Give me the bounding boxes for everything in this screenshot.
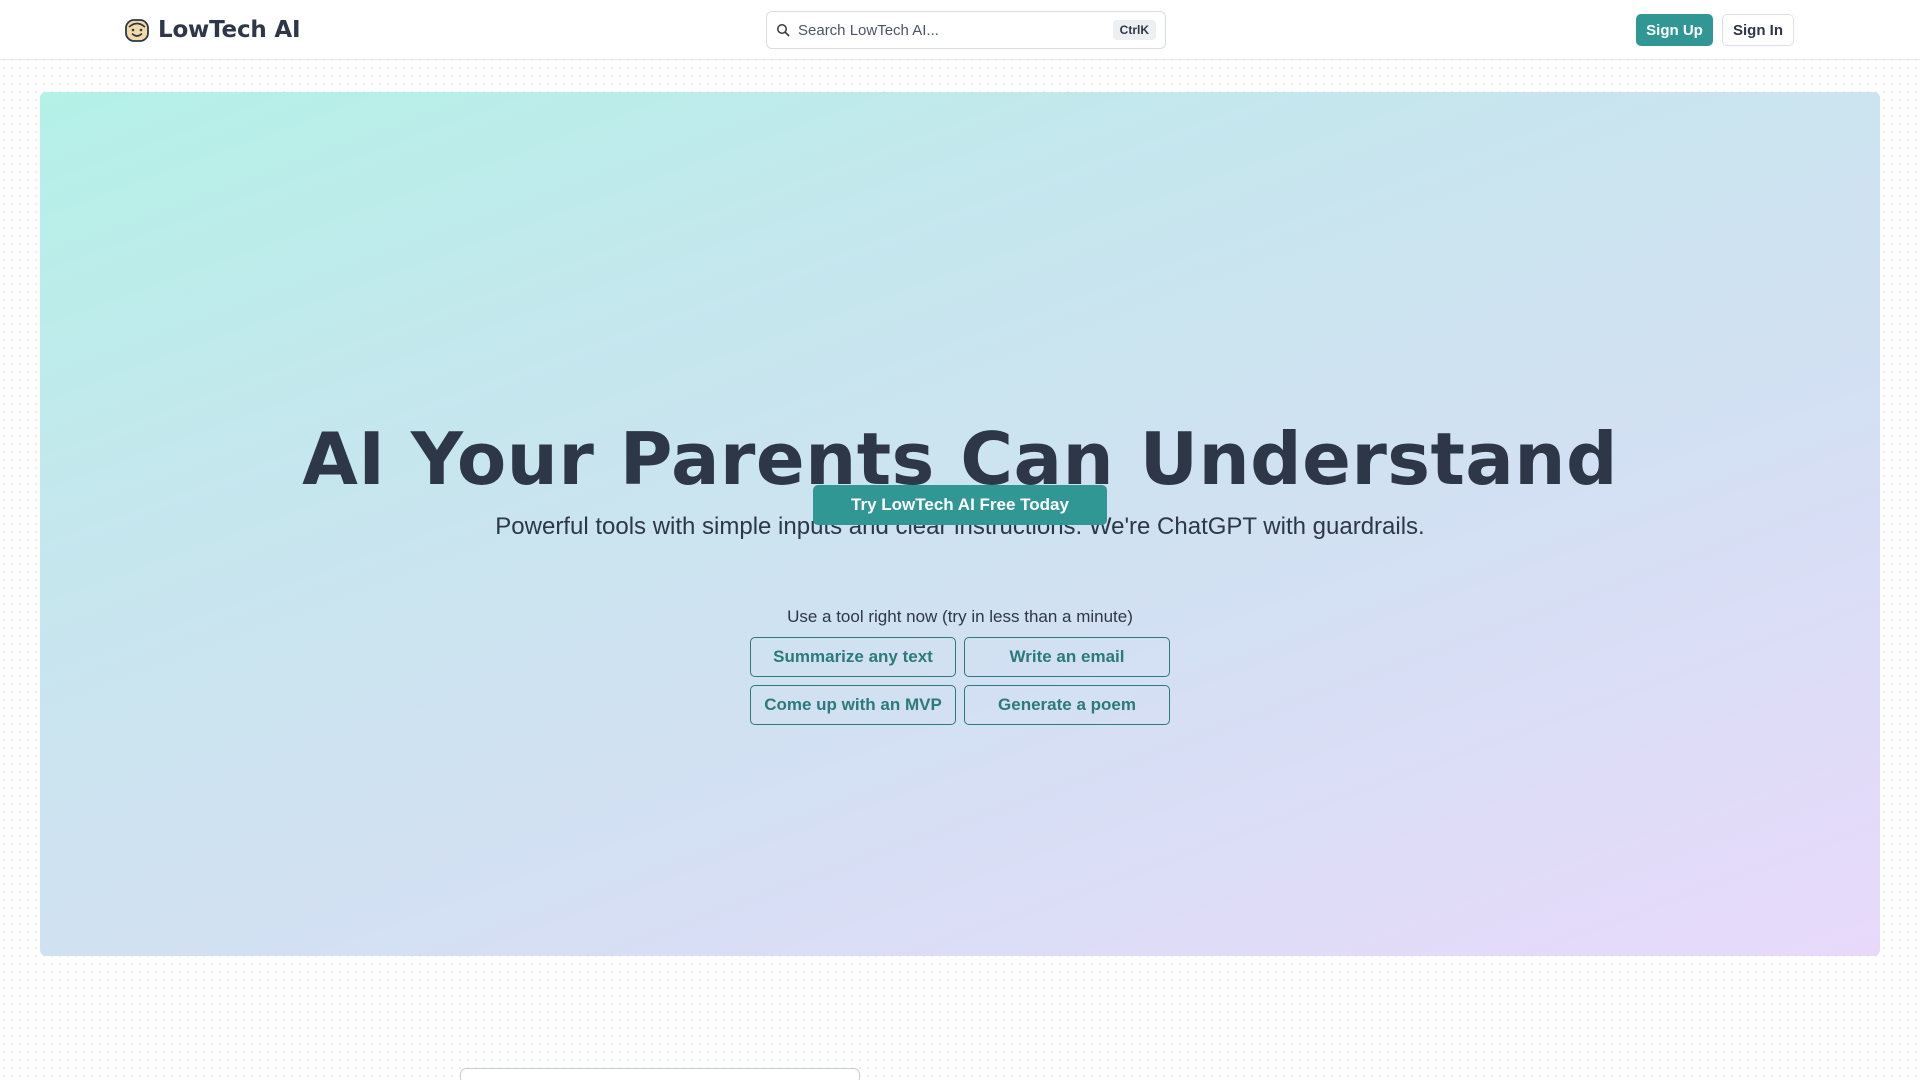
keyboard-shortcut-badge: CtrlK <box>1112 20 1156 40</box>
tools-prompt: Use a tool right now (try in less than a… <box>787 607 1133 626</box>
sign-in-button[interactable]: Sign In <box>1722 14 1794 46</box>
sign-up-button[interactable]: Sign Up <box>1636 14 1713 46</box>
content-card <box>460 1068 860 1080</box>
summarize-text-button[interactable]: Summarize any text <box>750 637 956 677</box>
mvp-idea-button[interactable]: Come up with an MVP <box>750 685 956 725</box>
generate-poem-button[interactable]: Generate a poem <box>964 685 1170 725</box>
try-free-button[interactable]: Try LowTech AI Free Today <box>813 485 1107 525</box>
brand-link[interactable]: LowTech AI <box>124 15 301 45</box>
hero-section: AI Your Parents Can Understand Powerful … <box>40 92 1880 956</box>
smiling-face-icon <box>125 19 149 42</box>
top-navbar: LowTech AI CtrlK Sign Up Sign In <box>0 0 1920 60</box>
search-bar[interactable]: CtrlK <box>766 11 1166 49</box>
search-input[interactable] <box>798 21 1113 39</box>
brand-name: LowTech AI <box>158 17 301 43</box>
search-icon <box>777 24 790 37</box>
write-email-button[interactable]: Write an email <box>964 637 1170 677</box>
